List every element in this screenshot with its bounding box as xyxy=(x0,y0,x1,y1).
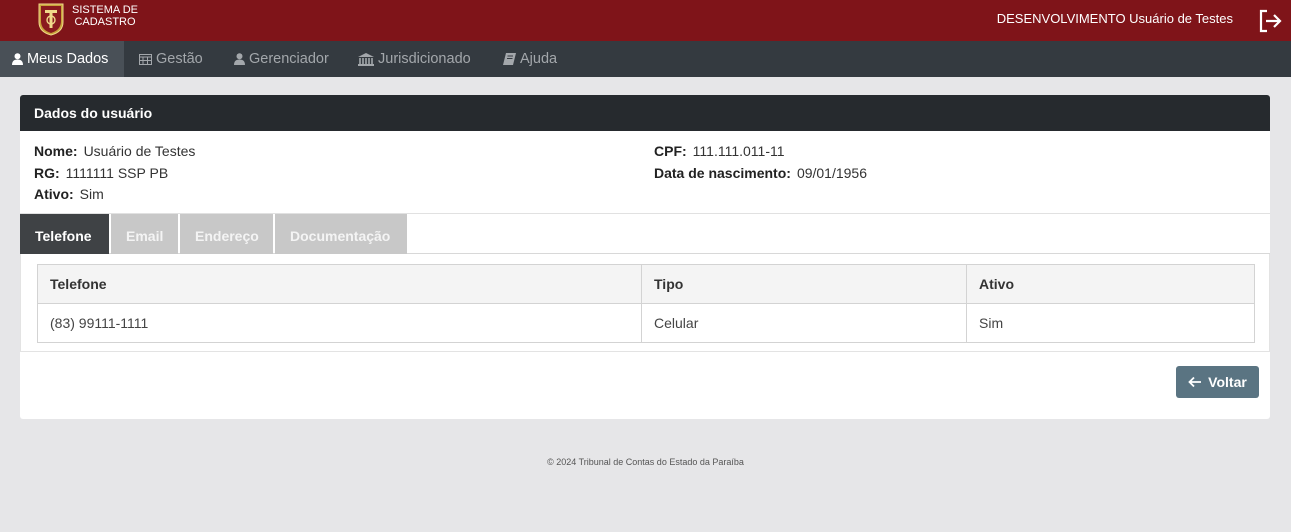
field-nome: Nome: Usuário de Testes xyxy=(34,143,195,159)
main-nav: Meus Dados Gestão Gerenciador Jurisdicio… xyxy=(0,41,1291,77)
table-row[interactable]: (83) 99111-1111 Celular Sim xyxy=(37,303,1255,343)
field-label: Ativo: xyxy=(34,186,74,202)
brand-line-1: SISTEMA DE xyxy=(71,4,139,16)
cell-ativo: Sim xyxy=(966,303,1255,343)
field-value: 1111111 SSP PB xyxy=(65,165,169,181)
cell-telefone: (83) 99111-1111 xyxy=(37,303,642,343)
calendar-icon xyxy=(139,54,152,65)
back-button[interactable]: Voltar xyxy=(1176,366,1259,398)
brand-text: SISTEMA DE CADASTRO xyxy=(70,4,140,28)
nav-label: Meus Dados xyxy=(27,51,109,67)
book-icon xyxy=(503,53,516,65)
nav-item-ajuda[interactable]: Ajuda xyxy=(503,41,557,77)
cell-tipo: Celular xyxy=(641,303,967,343)
user-icon xyxy=(234,53,245,65)
field-data-nascimento: Data de nascimento: 09/01/1956 xyxy=(654,165,867,181)
logout-icon[interactable] xyxy=(1257,8,1283,34)
field-value: Sim xyxy=(79,186,104,202)
top-header: SISTEMA DE CADASTRO DESENVOLVIMENTO Usuá… xyxy=(0,0,1291,41)
nav-item-gerenciador[interactable]: Gerenciador xyxy=(234,41,329,77)
nav-label: Gestão xyxy=(156,51,203,67)
column-header-tipo: Tipo xyxy=(641,264,967,304)
field-label: CPF: xyxy=(654,143,687,159)
tab-endereco[interactable]: Endereço xyxy=(180,214,273,254)
footer-copyright: © 2024 Tribunal de Contas do Estado da P… xyxy=(547,457,744,467)
tab-documentacao[interactable]: Documentação xyxy=(275,214,407,254)
column-header-telefone: Telefone xyxy=(37,264,642,304)
phone-table: Telefone Tipo Ativo (83) 99111-1111 Celu… xyxy=(37,264,1255,343)
user-info: DESENVOLVIMENTO Usuário de Testes xyxy=(996,11,1233,26)
nav-item-gestao[interactable]: Gestão xyxy=(139,41,203,77)
arrow-left-icon xyxy=(1188,376,1202,388)
tabs-bar: Telefone Email Endereço Documentação xyxy=(20,213,1270,254)
field-cpf: CPF: 111.111.011-11 xyxy=(654,143,785,159)
field-value: 09/01/1956 xyxy=(796,165,868,181)
table-header-row: Telefone Tipo Ativo xyxy=(37,264,1255,304)
institution-icon xyxy=(358,52,374,66)
tab-telefone[interactable]: Telefone xyxy=(20,214,109,254)
field-rg: RG: 1111111 SSP PB xyxy=(34,165,168,181)
user-data-card: Dados do usuário Nome: Usuário de Testes … xyxy=(20,95,1270,419)
tab-email[interactable]: Email xyxy=(111,214,178,254)
field-label: RG: xyxy=(34,165,60,181)
field-value: Usuário de Testes xyxy=(83,143,196,159)
tab-content-telefone: Telefone Tipo Ativo (83) 99111-1111 Celu… xyxy=(20,254,1270,352)
field-ativo: Ativo: Sim xyxy=(34,186,104,202)
brand-line-2: CADASTRO xyxy=(74,16,136,28)
column-header-ativo: Ativo xyxy=(966,264,1255,304)
tce-logo[interactable] xyxy=(37,2,65,36)
field-label: Data de nascimento: xyxy=(654,165,791,181)
field-value: 111.111.011-11 xyxy=(692,143,785,159)
nav-item-jurisdicionado[interactable]: Jurisdicionado xyxy=(358,41,471,77)
nav-label: Ajuda xyxy=(520,51,558,67)
nav-label: Gerenciador xyxy=(249,51,329,67)
nav-label: Jurisdicionado xyxy=(378,51,471,67)
back-button-label: Voltar xyxy=(1208,374,1247,390)
user-icon xyxy=(12,53,23,65)
field-label: Nome: xyxy=(34,143,78,159)
nav-item-meus-dados[interactable]: Meus Dados xyxy=(0,41,124,77)
card-title: Dados do usuário xyxy=(20,95,1270,131)
